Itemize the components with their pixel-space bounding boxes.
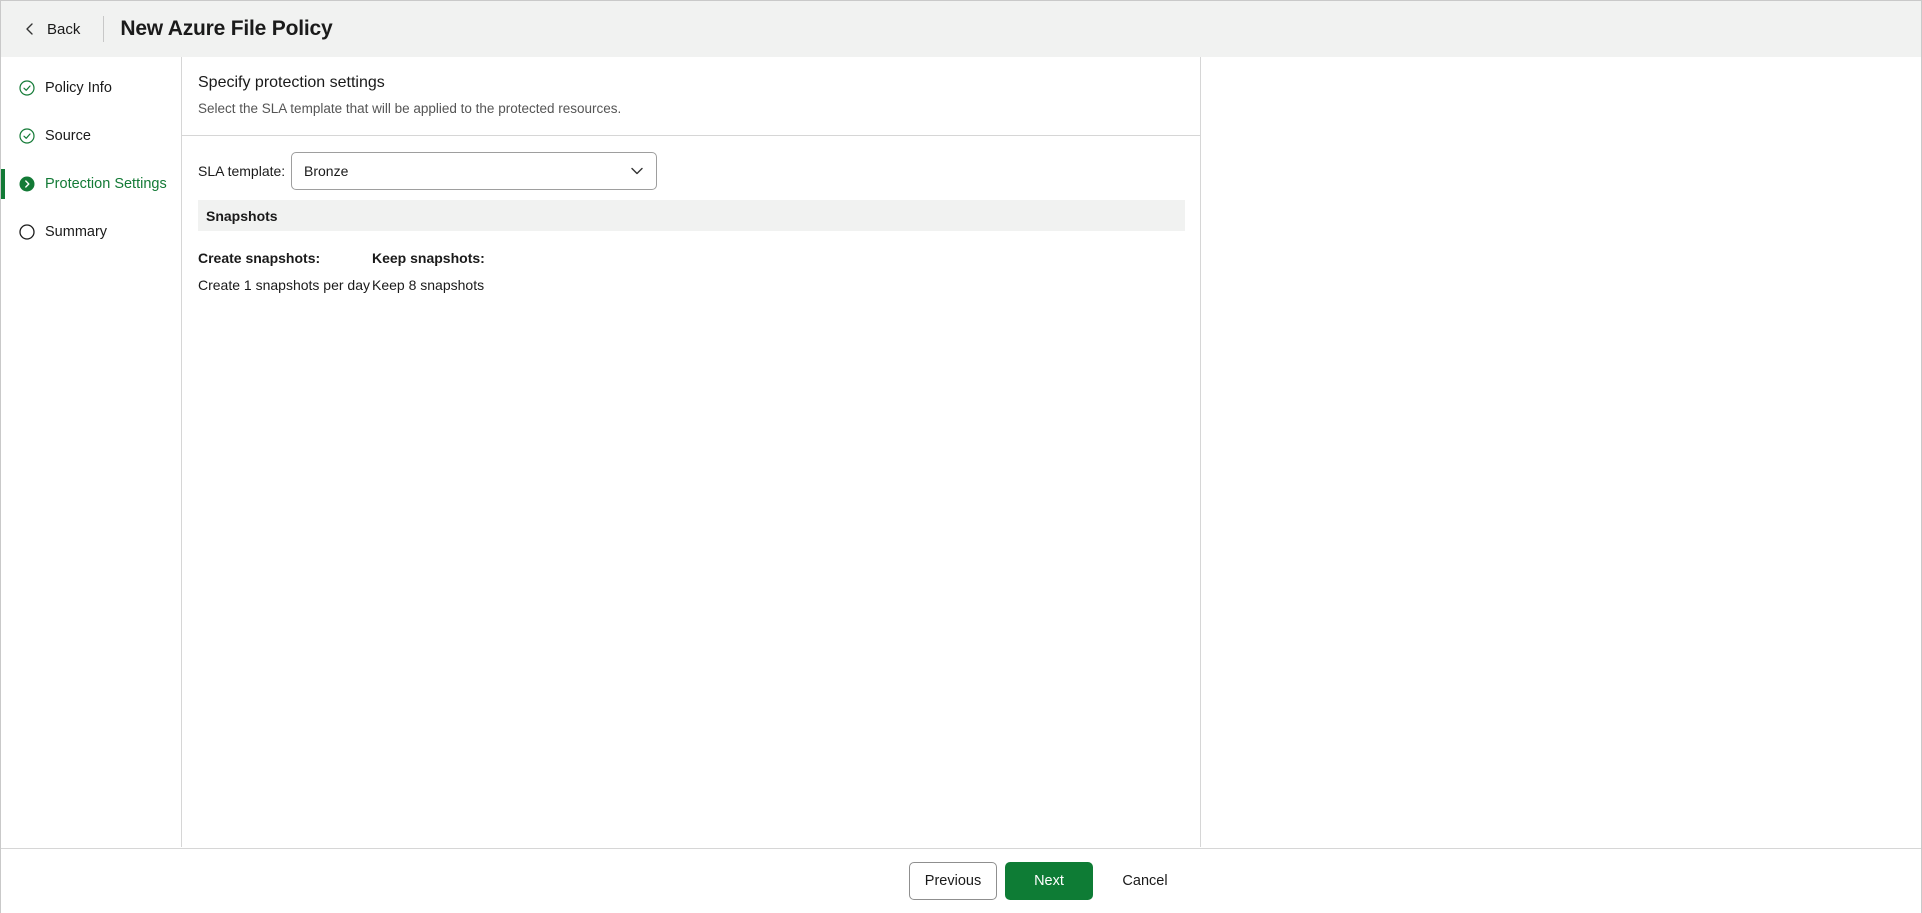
main-panel: Specify protection settings Select the S… (182, 57, 1201, 847)
header-divider (103, 16, 105, 42)
snapshots-heading: Snapshots (206, 208, 278, 224)
chevron-right-circle-icon (19, 176, 35, 192)
section-title: Specify protection settings (198, 74, 385, 91)
cancel-button[interactable]: Cancel (1105, 862, 1185, 900)
page-title: New Azure File Policy (120, 17, 333, 40)
step-label: Source (45, 128, 91, 144)
create-snapshots-value: Create 1 snapshots per day (198, 277, 370, 293)
back-label: Back (47, 20, 81, 38)
step-label: Protection Settings (45, 176, 167, 192)
previous-button[interactable]: Previous (909, 862, 997, 900)
wizard-steps-sidebar: Policy Info Source Protection Settings S… (1, 57, 182, 847)
next-button[interactable]: Next (1005, 862, 1093, 900)
step-summary[interactable]: Summary (1, 217, 181, 247)
sla-template-value: Bronze (304, 163, 349, 179)
keep-snapshots-title: Keep snapshots: (372, 250, 485, 266)
step-source[interactable]: Source (1, 121, 181, 151)
header-bar: Back New Azure File Policy (1, 1, 1921, 57)
chevron-down-icon (631, 167, 643, 175)
chevron-left-icon (26, 23, 33, 35)
section-header: Specify protection settings Select the S… (182, 57, 1200, 136)
section-subtitle: Select the SLA template that will be app… (198, 101, 622, 116)
step-protection-settings[interactable]: Protection Settings (1, 169, 181, 199)
step-label: Summary (45, 224, 108, 240)
check-circle-icon (19, 80, 35, 96)
keep-snapshots-value: Keep 8 snapshots (372, 277, 485, 293)
step-policy-info[interactable]: Policy Info (1, 73, 181, 103)
check-circle-icon (19, 128, 35, 144)
back-button[interactable]: Back (23, 13, 80, 45)
sla-template-label: SLA template: (198, 163, 286, 179)
footer-bar: Previous Next Cancel (1, 848, 1921, 913)
create-snapshots-title: Create snapshots: (198, 250, 321, 266)
active-step-indicator (1, 169, 5, 199)
snapshots-section-header: Snapshots (198, 200, 1185, 231)
step-label: Policy Info (45, 80, 112, 96)
empty-circle-icon (19, 224, 35, 240)
sla-template-dropdown[interactable]: Bronze (291, 152, 657, 190)
